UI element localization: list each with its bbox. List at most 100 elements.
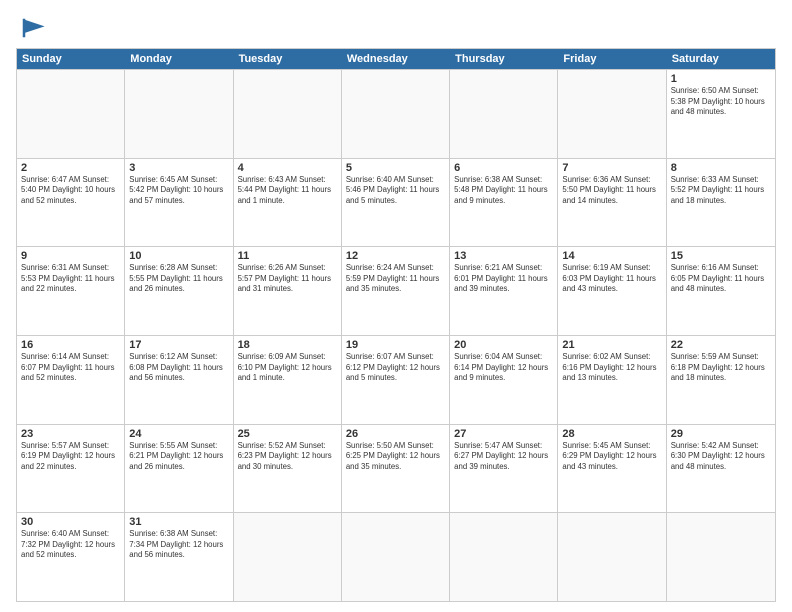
day-info: Sunrise: 6:33 AM Sunset: 5:52 PM Dayligh…	[671, 175, 771, 207]
day-number: 8	[671, 162, 771, 174]
empty-cell	[17, 70, 125, 158]
day-number: 11	[238, 250, 337, 262]
day-number: 30	[21, 516, 120, 528]
day-cell-7: 7Sunrise: 6:36 AM Sunset: 5:50 PM Daylig…	[558, 159, 666, 247]
day-cell-9: 9Sunrise: 6:31 AM Sunset: 5:53 PM Daylig…	[17, 247, 125, 335]
empty-cell	[342, 513, 450, 601]
header-day-wednesday: Wednesday	[342, 49, 450, 69]
day-cell-14: 14Sunrise: 6:19 AM Sunset: 6:03 PM Dayli…	[558, 247, 666, 335]
day-info: Sunrise: 5:47 AM Sunset: 6:27 PM Dayligh…	[454, 441, 553, 473]
day-cell-10: 10Sunrise: 6:28 AM Sunset: 5:55 PM Dayli…	[125, 247, 233, 335]
day-cell-23: 23Sunrise: 5:57 AM Sunset: 6:19 PM Dayli…	[17, 425, 125, 513]
day-number: 10	[129, 250, 228, 262]
day-info: Sunrise: 6:45 AM Sunset: 5:42 PM Dayligh…	[129, 175, 228, 207]
day-info: Sunrise: 6:31 AM Sunset: 5:53 PM Dayligh…	[21, 263, 120, 295]
empty-cell	[125, 70, 233, 158]
day-number: 9	[21, 250, 120, 262]
day-info: Sunrise: 5:57 AM Sunset: 6:19 PM Dayligh…	[21, 441, 120, 473]
header-day-tuesday: Tuesday	[234, 49, 342, 69]
day-info: Sunrise: 5:59 AM Sunset: 6:18 PM Dayligh…	[671, 352, 771, 384]
day-info: Sunrise: 6:28 AM Sunset: 5:55 PM Dayligh…	[129, 263, 228, 295]
calendar-week-3: 16Sunrise: 6:14 AM Sunset: 6:07 PM Dayli…	[17, 335, 775, 424]
empty-cell	[667, 513, 775, 601]
day-number: 3	[129, 162, 228, 174]
empty-cell	[342, 70, 450, 158]
day-info: Sunrise: 6:19 AM Sunset: 6:03 PM Dayligh…	[562, 263, 661, 295]
day-number: 24	[129, 428, 228, 440]
calendar-body: 1Sunrise: 6:50 AM Sunset: 5:38 PM Daylig…	[17, 69, 775, 601]
day-cell-25: 25Sunrise: 5:52 AM Sunset: 6:23 PM Dayli…	[234, 425, 342, 513]
empty-cell	[234, 513, 342, 601]
empty-cell	[234, 70, 342, 158]
header-day-monday: Monday	[125, 49, 233, 69]
day-number: 12	[346, 250, 445, 262]
header-day-sunday: Sunday	[17, 49, 125, 69]
empty-cell	[558, 513, 666, 601]
day-number: 19	[346, 339, 445, 351]
day-info: Sunrise: 6:50 AM Sunset: 5:38 PM Dayligh…	[671, 86, 771, 118]
header	[16, 14, 776, 42]
day-info: Sunrise: 6:40 AM Sunset: 7:32 PM Dayligh…	[21, 529, 120, 561]
calendar: SundayMondayTuesdayWednesdayThursdayFrid…	[16, 48, 776, 602]
logo	[16, 14, 52, 42]
day-number: 31	[129, 516, 228, 528]
day-cell-30: 30Sunrise: 6:40 AM Sunset: 7:32 PM Dayli…	[17, 513, 125, 601]
day-info: Sunrise: 6:38 AM Sunset: 5:48 PM Dayligh…	[454, 175, 553, 207]
day-info: Sunrise: 6:47 AM Sunset: 5:40 PM Dayligh…	[21, 175, 120, 207]
day-cell-20: 20Sunrise: 6:04 AM Sunset: 6:14 PM Dayli…	[450, 336, 558, 424]
day-cell-13: 13Sunrise: 6:21 AM Sunset: 6:01 PM Dayli…	[450, 247, 558, 335]
calendar-week-4: 23Sunrise: 5:57 AM Sunset: 6:19 PM Dayli…	[17, 424, 775, 513]
day-info: Sunrise: 5:45 AM Sunset: 6:29 PM Dayligh…	[562, 441, 661, 473]
day-number: 13	[454, 250, 553, 262]
day-cell-6: 6Sunrise: 6:38 AM Sunset: 5:48 PM Daylig…	[450, 159, 558, 247]
day-info: Sunrise: 6:14 AM Sunset: 6:07 PM Dayligh…	[21, 352, 120, 384]
day-number: 27	[454, 428, 553, 440]
calendar-week-1: 2Sunrise: 6:47 AM Sunset: 5:40 PM Daylig…	[17, 158, 775, 247]
day-info: Sunrise: 6:24 AM Sunset: 5:59 PM Dayligh…	[346, 263, 445, 295]
calendar-week-0: 1Sunrise: 6:50 AM Sunset: 5:38 PM Daylig…	[17, 69, 775, 158]
day-info: Sunrise: 6:36 AM Sunset: 5:50 PM Dayligh…	[562, 175, 661, 207]
day-cell-12: 12Sunrise: 6:24 AM Sunset: 5:59 PM Dayli…	[342, 247, 450, 335]
day-cell-16: 16Sunrise: 6:14 AM Sunset: 6:07 PM Dayli…	[17, 336, 125, 424]
day-number: 6	[454, 162, 553, 174]
day-number: 5	[346, 162, 445, 174]
day-cell-11: 11Sunrise: 6:26 AM Sunset: 5:57 PM Dayli…	[234, 247, 342, 335]
day-info: Sunrise: 6:07 AM Sunset: 6:12 PM Dayligh…	[346, 352, 445, 384]
day-cell-5: 5Sunrise: 6:40 AM Sunset: 5:46 PM Daylig…	[342, 159, 450, 247]
day-cell-21: 21Sunrise: 6:02 AM Sunset: 6:16 PM Dayli…	[558, 336, 666, 424]
day-number: 28	[562, 428, 661, 440]
day-number: 26	[346, 428, 445, 440]
day-cell-4: 4Sunrise: 6:43 AM Sunset: 5:44 PM Daylig…	[234, 159, 342, 247]
day-info: Sunrise: 5:52 AM Sunset: 6:23 PM Dayligh…	[238, 441, 337, 473]
day-cell-29: 29Sunrise: 5:42 AM Sunset: 6:30 PM Dayli…	[667, 425, 775, 513]
day-number: 1	[671, 73, 771, 85]
day-info: Sunrise: 6:12 AM Sunset: 6:08 PM Dayligh…	[129, 352, 228, 384]
day-number: 20	[454, 339, 553, 351]
day-number: 23	[21, 428, 120, 440]
day-cell-27: 27Sunrise: 5:47 AM Sunset: 6:27 PM Dayli…	[450, 425, 558, 513]
calendar-week-5: 30Sunrise: 6:40 AM Sunset: 7:32 PM Dayli…	[17, 512, 775, 601]
day-number: 7	[562, 162, 661, 174]
day-cell-31: 31Sunrise: 6:38 AM Sunset: 7:34 PM Dayli…	[125, 513, 233, 601]
day-cell-3: 3Sunrise: 6:45 AM Sunset: 5:42 PM Daylig…	[125, 159, 233, 247]
day-cell-19: 19Sunrise: 6:07 AM Sunset: 6:12 PM Dayli…	[342, 336, 450, 424]
day-number: 29	[671, 428, 771, 440]
day-cell-26: 26Sunrise: 5:50 AM Sunset: 6:25 PM Dayli…	[342, 425, 450, 513]
day-number: 2	[21, 162, 120, 174]
day-number: 22	[671, 339, 771, 351]
day-cell-15: 15Sunrise: 6:16 AM Sunset: 6:05 PM Dayli…	[667, 247, 775, 335]
day-info: Sunrise: 5:42 AM Sunset: 6:30 PM Dayligh…	[671, 441, 771, 473]
header-day-friday: Friday	[558, 49, 666, 69]
empty-cell	[450, 513, 558, 601]
day-info: Sunrise: 5:55 AM Sunset: 6:21 PM Dayligh…	[129, 441, 228, 473]
day-info: Sunrise: 6:21 AM Sunset: 6:01 PM Dayligh…	[454, 263, 553, 295]
day-number: 16	[21, 339, 120, 351]
day-number: 4	[238, 162, 337, 174]
day-cell-28: 28Sunrise: 5:45 AM Sunset: 6:29 PM Dayli…	[558, 425, 666, 513]
day-info: Sunrise: 5:50 AM Sunset: 6:25 PM Dayligh…	[346, 441, 445, 473]
empty-cell	[558, 70, 666, 158]
header-day-thursday: Thursday	[450, 49, 558, 69]
day-info: Sunrise: 6:40 AM Sunset: 5:46 PM Dayligh…	[346, 175, 445, 207]
day-number: 14	[562, 250, 661, 262]
general-blue-logo-icon	[16, 14, 48, 42]
